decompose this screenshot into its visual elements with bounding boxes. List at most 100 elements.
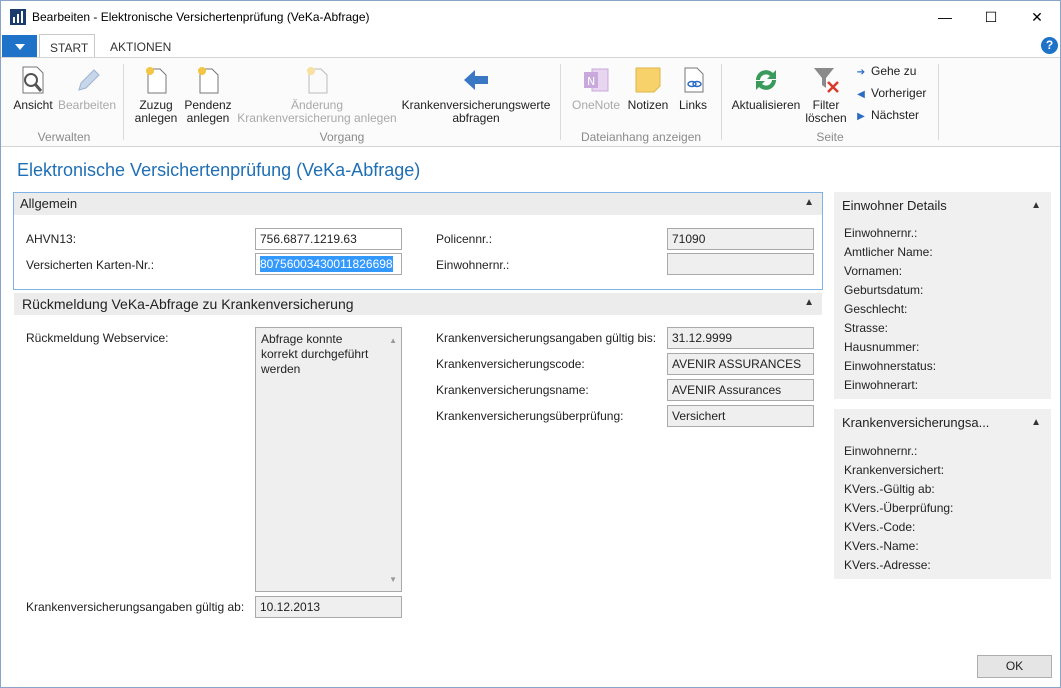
fb-einwohnerstatus: Einwohnerstatus: (844, 359, 937, 373)
allgemein-header[interactable]: Allgemein ▲ (14, 193, 822, 215)
new-document-icon (140, 64, 172, 96)
aenderung-krankenversicherung-button[interactable]: Änderung Krankenversicherung anlegen (237, 64, 397, 125)
ahvn13-field[interactable]: 756.6877.1219.63 (255, 228, 402, 250)
fb-geburtsdatum: Geburtsdatum: (844, 283, 924, 297)
onenote-label: OneNote (571, 98, 621, 112)
fb-strasse: Strasse: (844, 321, 889, 335)
fb-geschlecht: Geschlecht: (844, 302, 908, 316)
chevron-down-icon (14, 43, 25, 50)
zuzug-label-2: anlegen (134, 111, 178, 125)
onenote-button[interactable]: N OneNote (569, 64, 623, 112)
kv-pruefung-field[interactable]: Versichert (667, 405, 814, 427)
aktualisieren-label: Aktualisieren (731, 98, 801, 112)
tab-aktionen[interactable]: AKTIONEN (100, 34, 180, 58)
naechster-label: Nächster (871, 108, 920, 122)
clear-filter-icon (810, 64, 842, 96)
fb-hausnummer: Hausnummer: (844, 340, 920, 354)
naechster-button[interactable]: ▶ Nächster (855, 106, 919, 124)
ahvn13-label: AHVN13: (26, 232, 77, 246)
svg-text:N: N (587, 75, 595, 88)
kv-pruefung-label: Krankenversicherungsüberprüfung: (436, 409, 624, 423)
links-button[interactable]: Links (673, 64, 713, 112)
help-icon[interactable]: ? (1041, 37, 1058, 54)
webservice-memo[interactable]: Abfrage konnte korrekt durchgeführt werd… (255, 327, 402, 592)
gueltig-ab-label: Krankenversicherungsangaben gültig ab: (26, 600, 245, 614)
arrow-left-icon (460, 64, 492, 96)
aenderung-label-2: Krankenversicherung anlegen (237, 111, 397, 125)
fb-kvers-gueltig-ab: KVers.-Gültig ab: (844, 482, 935, 496)
onenote-icon: N (580, 64, 612, 96)
notizen-button[interactable]: Notizen (625, 64, 671, 112)
fb-vornamen: Vornamen: (844, 264, 903, 278)
kv-name-field[interactable]: AVENIR Assurances (667, 379, 814, 401)
chevron-up-icon[interactable]: ▲ (804, 197, 814, 208)
pencil-icon (71, 64, 103, 96)
notizen-label: Notizen (627, 98, 669, 112)
zuzug-anlegen-button[interactable]: Zuzug anlegen (131, 64, 181, 125)
bearbeiten-label: Bearbeiten (57, 98, 117, 112)
refresh-icon (750, 64, 782, 96)
aktualisieren-button[interactable]: Aktualisieren (729, 64, 803, 112)
group-separator (560, 64, 561, 140)
group-label-verwalten: Verwalten (37, 130, 91, 144)
kv-code-label: Krankenversicherungscode: (436, 357, 585, 371)
window-title: Bearbeiten - Elektronische Versichertenp… (32, 10, 370, 24)
ansicht-button[interactable]: Ansicht (9, 64, 57, 112)
einwohnernr-field[interactable] (667, 253, 814, 275)
link-icon (677, 64, 709, 96)
triangle-right-icon: ▶ (857, 111, 865, 122)
filter-loeschen-button[interactable]: Filter löschen (803, 64, 849, 125)
kv-code-field[interactable]: AVENIR ASSURANCES (667, 353, 814, 375)
gueltig-ab-field[interactable]: 10.12.2013 (255, 596, 402, 618)
new-document-icon (192, 64, 224, 96)
policennr-label: Policennr.: (436, 232, 493, 246)
bearbeiten-button[interactable]: Bearbeiten (57, 64, 117, 112)
links-label: Links (678, 98, 707, 112)
chevron-up-icon[interactable]: ▲ (1031, 417, 1041, 428)
filter-label-2: löschen (805, 111, 847, 125)
rueckmeldung-title: Rückmeldung VeKa-Abfrage zu Krankenversi… (22, 296, 354, 312)
minimize-button[interactable]: — (922, 1, 968, 33)
einwohner-details-title: Einwohner Details (842, 198, 947, 213)
chevron-up-icon[interactable]: ▲ (804, 297, 814, 308)
close-button[interactable]: ✕ (1014, 1, 1060, 33)
new-document-icon (301, 64, 333, 96)
gehe-zu-button[interactable]: ➔ Gehe zu (855, 62, 917, 80)
fb-kv-einwohnernr: Einwohnernr.: (844, 444, 918, 458)
fb-krankenversichert: Krankenversichert: (844, 463, 945, 477)
allgemein-title: Allgemein (20, 196, 78, 211)
fb-kvers-ueberpruefung: KVers.-Überprüfung: (844, 501, 954, 515)
vorheriger-button[interactable]: ◀ Vorheriger (855, 84, 926, 102)
fb-kvers-code: KVers.-Code: (844, 520, 916, 534)
webservice-value: Abfrage konnte korrekt durchgeführt werd… (261, 332, 369, 376)
krankenversicherung-title: Krankenversicherungsa... (842, 415, 990, 430)
krankenversicherungswerte-abfragen-button[interactable]: Krankenversicherungswerte abfragen (401, 64, 551, 125)
fb-amtlicher-name: Amtlicher Name: (844, 245, 933, 259)
kvw-label-2: abfragen (452, 111, 500, 125)
group-separator (938, 64, 939, 140)
kv-name-label: Krankenversicherungsname: (436, 383, 589, 397)
krankenversicherung-factbox: Krankenversicherungsa... ▲ Einwohnernr.:… (834, 409, 1051, 579)
tab-start[interactable]: START (39, 34, 95, 58)
einwohnernr-label: Einwohnernr.: (436, 258, 510, 272)
app-menu-button[interactable] (2, 35, 37, 58)
policennr-field[interactable]: 71090 (667, 228, 814, 250)
gehe-zu-label: Gehe zu (871, 64, 917, 78)
ok-button[interactable]: OK (977, 655, 1052, 678)
note-icon (632, 64, 664, 96)
gueltig-bis-field[interactable]: 31.12.9999 (667, 327, 814, 349)
karten-nr-field[interactable]: 80756003430011826698 (255, 253, 402, 275)
maximize-button[interactable]: ☐ (968, 1, 1014, 33)
chevron-up-icon[interactable]: ▲ (1031, 200, 1041, 211)
group-label-vorgang: Vorgang (319, 130, 365, 144)
rueckmeldung-header[interactable]: Rückmeldung VeKa-Abfrage zu Krankenversi… (14, 293, 822, 315)
einwohner-details-factbox: Einwohner Details ▲ Einwohnernr.: Amtlic… (834, 192, 1051, 399)
fb-einwohnerart: Einwohnerart: (844, 378, 919, 392)
triangle-left-icon: ◀ (857, 89, 865, 100)
webservice-label: Rückmeldung Webservice: (26, 331, 169, 345)
scroll-down-icon[interactable]: ▼ (389, 572, 397, 587)
group-separator (721, 64, 722, 140)
pendenz-anlegen-button[interactable]: Pendenz anlegen (182, 64, 234, 125)
vorheriger-label: Vorheriger (871, 86, 927, 100)
scroll-up-icon[interactable]: ▲ (389, 333, 397, 348)
